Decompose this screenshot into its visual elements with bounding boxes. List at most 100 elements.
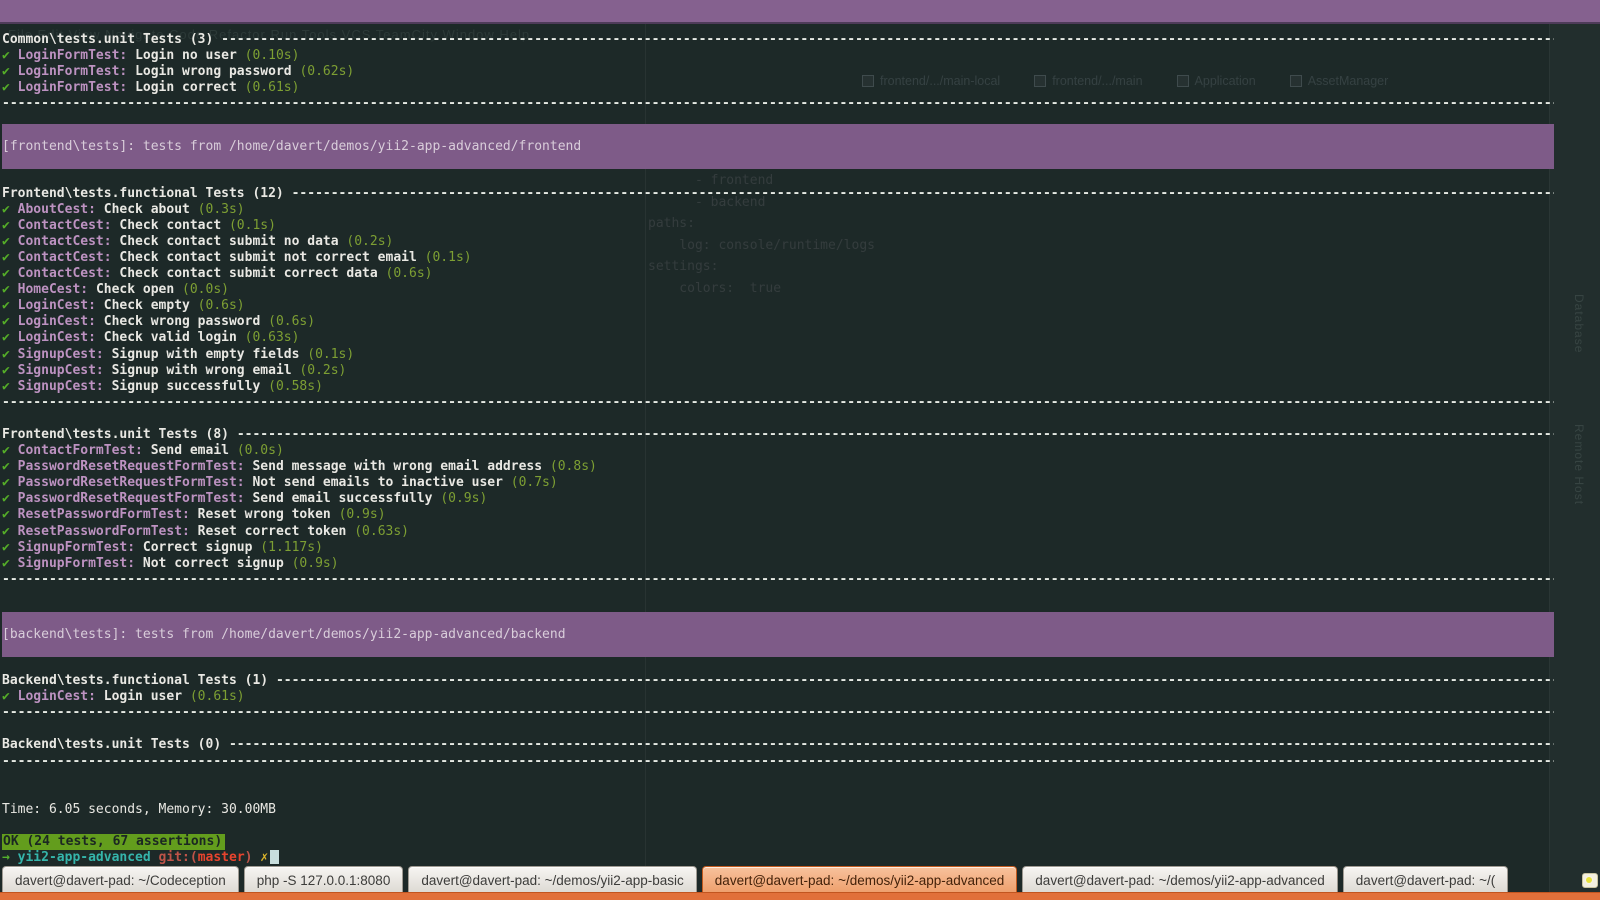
test-duration: (0.62s) xyxy=(299,64,355,80)
test-duration: (0.58s) xyxy=(268,378,323,394)
test-description: Check contact submit correct data xyxy=(119,266,386,282)
taskbar-button-label: davert@davert-pad: ~/( xyxy=(1355,872,1496,888)
test-duration: (0.9s) xyxy=(291,555,339,571)
test-description: Reset correct token xyxy=(197,523,355,539)
taskbar-button-label: davert@davert-pad: ~/demos/yii2-app-basi… xyxy=(421,872,684,888)
test-description: Login user xyxy=(103,689,190,705)
test-class-name: PasswordResetRequestFormTest: xyxy=(17,459,253,475)
test-description: Send email successfully xyxy=(252,491,441,507)
banner-text: [backend\tests]: tests from /home/davert… xyxy=(2,627,566,642)
test-class-name: ContactCest: xyxy=(17,266,120,282)
section-header-label: Backend\tests.functional Tests (1) xyxy=(2,673,276,689)
dash-leader: ----------------------------------------… xyxy=(221,32,1554,47)
test-duration: (0.61s) xyxy=(189,689,245,705)
test-description: Check contact xyxy=(119,217,229,233)
shell-prompt[interactable]: → yii2-app-advanced git:( master ) ✗ xyxy=(2,850,1554,866)
check-icon: ✔ xyxy=(2,217,18,233)
test-duration: (0.2s) xyxy=(346,233,394,249)
test-duration: (0.63s) xyxy=(354,523,410,539)
separator-line: ----------------------------------------… xyxy=(2,705,1554,721)
test-duration: (0.0s) xyxy=(236,443,284,459)
test-class-name: SignupFormTest: xyxy=(17,555,143,571)
test-duration: (0.61s) xyxy=(244,80,300,96)
check-icon: ✔ xyxy=(2,459,18,475)
taskbar-button[interactable]: php -S 127.0.0.1:8080 xyxy=(243,866,404,893)
prompt-git-suffix: ) xyxy=(244,850,253,866)
test-description: Reset wrong token xyxy=(197,507,339,523)
taskbar-button[interactable]: davert@davert-pad: ~/( xyxy=(1342,866,1509,893)
test-description: Check contact submit no data xyxy=(119,233,347,249)
test-description: Check open xyxy=(95,282,183,298)
check-icon: ✔ xyxy=(2,523,18,539)
test-description: Check about xyxy=(103,201,198,217)
prompt-git-prefix: git:( xyxy=(158,850,198,866)
summary-line: Time: 6.05 seconds, Memory: 30.00MB xyxy=(2,801,276,817)
test-description: Check valid login xyxy=(103,330,245,346)
check-icon: ✔ xyxy=(2,491,18,507)
separator-line: ----------------------------------------… xyxy=(2,96,1554,112)
section-header: Backend\tests.functional Tests (1) -----… xyxy=(2,673,1554,689)
test-duration: (0.3s) xyxy=(197,201,245,217)
test-class-name: LoginFormTest: xyxy=(17,48,136,64)
check-icon: ✔ xyxy=(2,201,18,217)
test-description: Signup with empty fields xyxy=(111,346,308,362)
check-icon: ✔ xyxy=(2,443,18,459)
test-result-line: ✔ LoginFormTest: Login wrong password (0… xyxy=(2,64,1554,80)
dash-leader: ----------------------------------------… xyxy=(2,96,1554,112)
taskbar-button[interactable]: davert@davert-pad: ~/demos/yii2-app-basi… xyxy=(408,866,697,893)
test-result-line: ✔ HomeCest: Check open (0.0s) xyxy=(2,282,1554,298)
taskbar-button[interactable]: davert@davert-pad: ~/Codeception xyxy=(2,866,239,893)
test-class-name: LoginCest: xyxy=(17,298,104,314)
notification-icon[interactable] xyxy=(1582,873,1598,888)
section-header: Frontend\tests.functional Tests (12) ---… xyxy=(2,186,1554,202)
ide-right-toolstrip-ghost xyxy=(1549,24,1600,900)
check-icon: ✔ xyxy=(2,48,18,64)
test-class-name: ResetPasswordFormTest: xyxy=(17,507,198,523)
taskbar-button-label: php -S 127.0.0.1:8080 xyxy=(256,872,391,888)
test-description: Signup with wrong email xyxy=(111,362,300,378)
section-header-label: Backend\tests.unit Tests (0) xyxy=(2,737,229,753)
test-result-line: ✔ LoginCest: Check valid login (0.63s) xyxy=(2,330,1554,346)
taskbar-button-label: davert@davert-pad: ~/Codeception xyxy=(15,872,226,888)
terminal-cursor xyxy=(270,850,280,865)
prompt-dirty-flag: ✗ xyxy=(260,850,269,866)
check-icon: ✔ xyxy=(2,330,18,346)
test-description: Login wrong password xyxy=(135,64,300,80)
test-result-line: ✔ LoginFormTest: Login correct (0.61s) xyxy=(2,80,1554,96)
test-result-line: ✔ SignupFormTest: Not correct signup (0.… xyxy=(2,556,1554,572)
separator-line: ----------------------------------------… xyxy=(2,572,1554,588)
check-icon: ✔ xyxy=(2,362,18,378)
test-description: Send email xyxy=(150,443,237,459)
terminal-window[interactable]: Common\tests.unit Tests (3) ------------… xyxy=(0,24,1554,866)
ide-side-label-database: Database xyxy=(1572,294,1586,354)
test-class-name: LoginCest: xyxy=(17,314,104,330)
test-description: Check empty xyxy=(103,298,198,314)
test-result-line: ✔ PasswordResetRequestFormTest: Send ema… xyxy=(2,491,1554,507)
taskbar-button[interactable]: davert@davert-pad: ~/demos/yii2-app-adva… xyxy=(1022,866,1338,893)
dash-leader: ----------------------------------------… xyxy=(2,394,1554,410)
terminal-titlebar[interactable] xyxy=(0,0,1600,24)
test-class-name: ContactCest: xyxy=(17,249,120,265)
test-description: Check wrong password xyxy=(103,314,269,330)
taskbar-button[interactable]: davert@davert-pad: ~/demos/yii2-app-adva… xyxy=(701,866,1018,893)
test-result-line: ✔ AboutCest: Check about (0.3s) xyxy=(2,202,1554,218)
ide-side-label-remote-host: Remote Host xyxy=(1572,424,1586,506)
test-result-line: ✔ LoginCest: Check wrong password (0.6s) xyxy=(2,314,1554,330)
section-header: Common\tests.unit Tests (3) ------------… xyxy=(2,32,1554,48)
test-result-line: ✔ SignupFormTest: Correct signup (1.117s… xyxy=(2,540,1554,556)
test-result-line: ✔ ResetPasswordFormTest: Reset correct t… xyxy=(2,524,1554,540)
test-result-line: ✔ ContactFormTest: Send email (0.0s) xyxy=(2,443,1554,459)
test-description: Send message with wrong email address xyxy=(252,459,550,475)
separator-line: ----------------------------------------… xyxy=(2,395,1554,411)
test-result-line: ✔ LoginFormTest: Login no user (0.10s) xyxy=(2,48,1554,64)
test-class-name: SignupCest: xyxy=(17,378,112,394)
test-duration: (0.2s) xyxy=(299,362,347,378)
check-icon: ✔ xyxy=(2,64,18,80)
test-description: Correct signup xyxy=(142,539,261,555)
